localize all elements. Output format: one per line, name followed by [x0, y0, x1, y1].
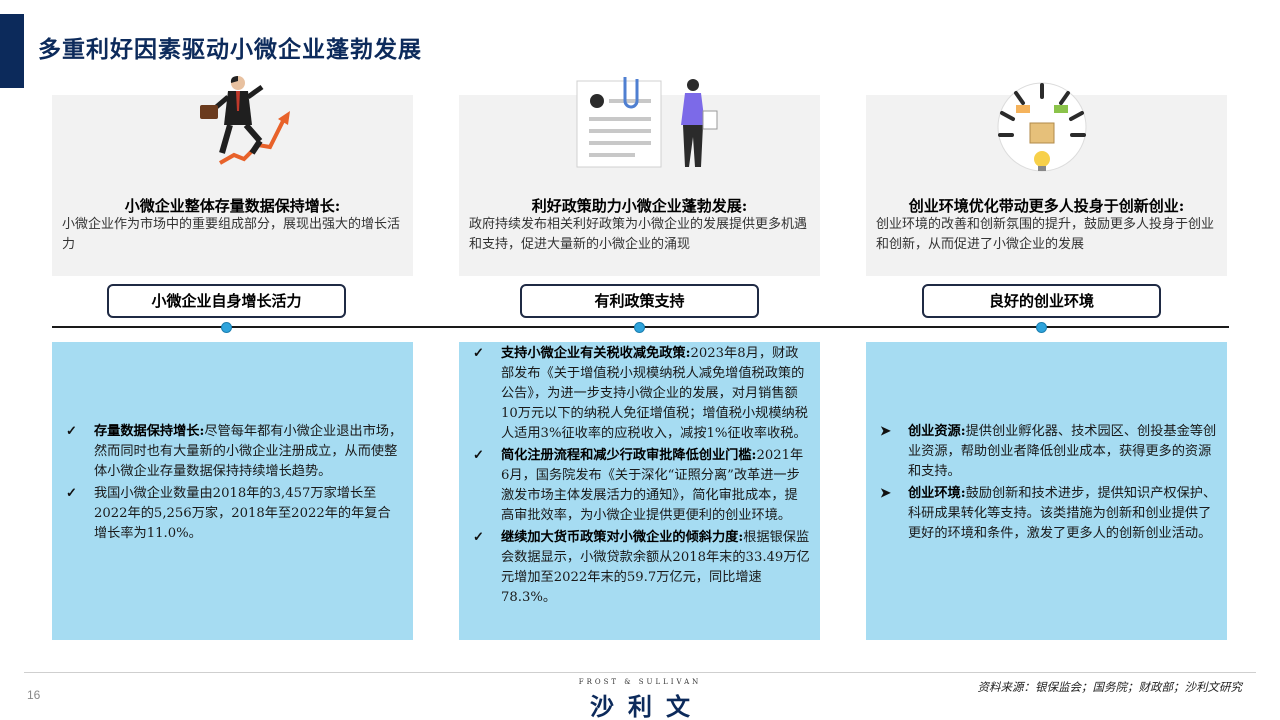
policy-detail-card: ✓ 支持小微企业有关税收减免政策:2023年8月，财政部发布《关于增值税小规模纳… [459, 342, 820, 640]
list-item: ✓ 我国小微企业数量由2018年的3,457万家增长至2022年的5,256万家… [60, 484, 403, 544]
item-bold-lead: 创业资源: [908, 424, 966, 439]
timeline-dot [634, 322, 645, 333]
growth-card: 小微企业整体存量数据保持增长: 小微企业作为市场中的重要组成部分，展现出强大的增… [52, 76, 413, 276]
item-bold-lead: 简化注册流程和减少行政审批降低创业门槛: [501, 448, 757, 463]
page-number: 16 [27, 688, 41, 702]
timeline-dot [221, 322, 232, 333]
environment-detail-card: ➤ 创业资源:提供创业孵化器、技术园区、创投基金等创业资源，帮助创业者降低创业成… [866, 342, 1227, 640]
document-clip-woman-icon [459, 75, 820, 190]
item-bold-lead: 继续加大货币政策对小微企业的倾斜力度: [501, 530, 744, 545]
checkmark-icon: ✓ [473, 346, 484, 361]
card-description: 创业环境的改善和创新氛围的提升，鼓励更多人投身于创业和创新，从而促进了小微企业的… [876, 217, 1215, 252]
startup-environment-pill: 良好的创业环境 [922, 284, 1161, 318]
timeline-dot [1036, 322, 1047, 333]
list-item: ✓ 支持小微企业有关税收减免政策:2023年8月，财政部发布《关于增值税小规模纳… [467, 344, 810, 444]
list-item: ✓ 简化注册流程和减少行政审批降低创业门槛:2021年6月，国务院发布《关于深化… [467, 446, 810, 526]
item-bold-lead: 存量数据保持增长: [94, 424, 205, 439]
card-description: 小微企业作为市场中的重要组成部分，展现出强大的增长活力 [62, 217, 401, 252]
frost-sullivan-logo: FROST & SULLIVAN 沙利文 [560, 678, 720, 720]
policy-card: 利好政策助力小微企业蓬勃发展: 政府持续发布相关利好政策为小微企业的发展提供更多… [459, 77, 820, 276]
checkmark-icon: ✓ [473, 530, 484, 545]
footer-divider [24, 672, 1256, 673]
businessman-climbing-growth-arrow-icon [52, 75, 413, 190]
logo-english: FROST & SULLIVAN [578, 678, 702, 686]
checkmark-icon: ✓ [66, 486, 77, 501]
list-item: ✓ 存量数据保持增长:尽管每年都有小微企业退出市场，然而同时也有大量新的小微企业… [60, 422, 403, 482]
item-bold-lead: 支持小微企业有关税收减免政策: [501, 346, 691, 361]
growth-vitality-pill: 小微企业自身增长活力 [107, 284, 346, 318]
arrowhead-icon: ➤ [880, 424, 891, 439]
item-bold-lead: 创业环境: [908, 486, 966, 501]
logo-chinese: 沙利文 [590, 692, 704, 720]
arrowhead-icon: ➤ [880, 486, 891, 501]
list-item: ➤ 创业资源:提供创业孵化器、技术园区、创投基金等创业资源，帮助创业者降低创业成… [874, 422, 1217, 482]
source-note: 资料来源：银保监会；国务院；财政部；沙利文研究 [977, 680, 1243, 694]
card-description: 政府持续发布相关利好政策为小微企业的发展提供更多机遇和支持，促进大量新的小微企业… [469, 217, 808, 252]
item-text: 我国小微企业数量由2018年的3,457万家增长至2022年的5,256万家，2… [94, 486, 391, 541]
checkmark-icon: ✓ [66, 424, 77, 439]
card-heading: 小微企业整体存量数据保持增长: [124, 197, 341, 215]
card-heading: 利好政策助力小微企业蓬勃发展: [531, 197, 748, 215]
list-item: ✓ 继续加大货币政策对小微企业的倾斜力度:根据银保监会数据显示，小微贷款余额从2… [467, 528, 810, 608]
environment-card: 创业环境优化带动更多人投身于创新创业: 创业环境的改善和创新氛围的提升，鼓励更多… [866, 82, 1227, 276]
growth-detail-card: ✓ 存量数据保持增长:尽管每年都有小微企业退出市场，然而同时也有大量新的小微企业… [52, 342, 413, 640]
page-title: 多重利好因素驱动小微企业蓬勃发展 [38, 36, 422, 63]
checkmark-icon: ✓ [473, 448, 484, 463]
card-heading: 创业环境优化带动更多人投身于创新创业: [908, 197, 1185, 215]
hands-lightbulb-innovation-icon [866, 75, 1227, 190]
policy-support-pill: 有利政策支持 [520, 284, 759, 318]
list-item: ➤ 创业环境:鼓励创新和技术进步，提供知识产权保护、科研成果转化等支持。该类措施… [874, 484, 1217, 544]
title-accent-bar [0, 14, 24, 88]
